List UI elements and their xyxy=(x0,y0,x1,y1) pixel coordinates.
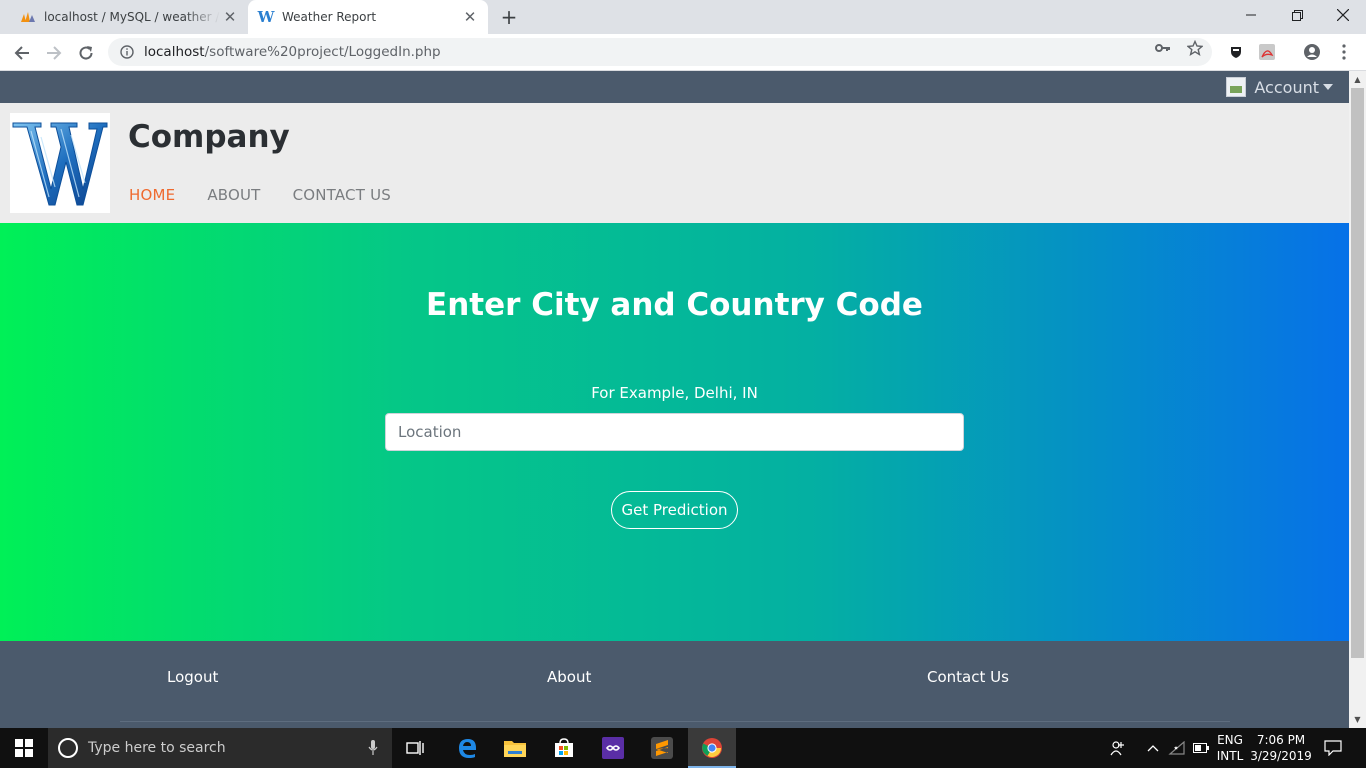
minimize-button[interactable] xyxy=(1228,0,1274,30)
account-dropdown[interactable]: Account xyxy=(1226,75,1333,99)
windows-start-icon[interactable] xyxy=(0,728,48,768)
footer-divider xyxy=(120,721,1230,722)
microphone-icon[interactable] xyxy=(368,740,378,760)
chevron-down-icon xyxy=(1323,84,1333,90)
location-input[interactable] xyxy=(385,413,964,451)
phpmyadmin-icon xyxy=(20,9,36,25)
tab-strip: localhost / MySQL / weather / login ✕ W … xyxy=(0,0,1366,34)
lang-bottom: INTL xyxy=(1216,749,1244,763)
menu-kebab-icon[interactable] xyxy=(1334,42,1354,62)
info-icon[interactable] xyxy=(118,43,136,61)
tab-title: Weather Report xyxy=(282,10,377,24)
close-tab-icon[interactable]: ✕ xyxy=(220,7,240,27)
windows-taskbar: Type here to search ENG INTL 7:06 PM 3/2… xyxy=(0,728,1366,768)
site-logo[interactable] xyxy=(10,113,110,213)
main-nav: HOME ABOUT CONTACT US xyxy=(129,186,391,204)
broken-avatar-image-icon xyxy=(1226,77,1247,97)
edge-browser-icon[interactable] xyxy=(443,728,491,768)
footer-contact-link[interactable]: Contact Us xyxy=(927,668,1009,686)
brand-name: Company xyxy=(128,119,290,155)
pdf-extension-icon[interactable] xyxy=(1257,42,1277,62)
example-hint: For Example, Delhi, IN xyxy=(591,384,758,402)
shield-extension-icon[interactable] xyxy=(1226,42,1246,62)
purple-app-icon[interactable] xyxy=(589,728,637,768)
tab-weather-report[interactable]: W Weather Report ✕ xyxy=(248,0,488,34)
hero-section: Enter City and Country Code For Example,… xyxy=(0,223,1349,641)
taskbar-search-box[interactable]: Type here to search xyxy=(48,728,392,768)
page-viewport: Account Company HOME ABOUT CONTACT US En… xyxy=(0,71,1349,728)
scrollbar-thumb[interactable] xyxy=(1351,88,1364,658)
nav-about[interactable]: ABOUT xyxy=(207,186,260,204)
scroll-up-arrow-icon[interactable]: ▲ xyxy=(1349,71,1366,88)
url-host: localhost xyxy=(144,44,205,60)
url-text: localhost/software%20project/LoggedIn.ph… xyxy=(144,44,441,60)
key-icon[interactable] xyxy=(1155,40,1171,56)
account-label: Account xyxy=(1254,77,1319,97)
cortana-icon xyxy=(58,738,78,758)
close-tab-icon[interactable]: ✕ xyxy=(460,7,480,27)
site-footer: Logout About Contact Us xyxy=(0,641,1349,728)
nav-contact-us[interactable]: CONTACT US xyxy=(293,186,391,204)
hero-title: Enter City and Country Code xyxy=(426,287,923,323)
file-explorer-icon[interactable] xyxy=(491,728,539,768)
top-bar: Account xyxy=(0,71,1349,103)
clock[interactable]: 7:06 PM 3/29/2019 xyxy=(1250,732,1312,764)
close-window-button[interactable] xyxy=(1320,0,1366,30)
address-bar[interactable]: localhost/software%20project/LoggedIn.ph… xyxy=(108,38,1212,66)
show-hidden-icons-chevron-icon[interactable] xyxy=(1142,728,1164,768)
chrome-taskbar-icon[interactable] xyxy=(688,728,736,768)
forward-button[interactable] xyxy=(40,39,68,67)
tab-title: localhost / MySQL / weather / login xyxy=(44,10,220,24)
tab-phpmyadmin[interactable]: localhost / MySQL / weather / login ✕ xyxy=(8,0,248,34)
notification-center-icon[interactable] xyxy=(1318,728,1348,768)
taskbar-search-placeholder: Type here to search xyxy=(88,740,226,756)
battery-icon[interactable] xyxy=(1190,728,1212,768)
lang-top: ENG xyxy=(1217,733,1243,747)
clock-date: 3/29/2019 xyxy=(1250,749,1312,763)
microsoft-store-icon[interactable] xyxy=(540,728,588,768)
get-prediction-button[interactable]: Get Prediction xyxy=(611,491,738,529)
profile-icon[interactable] xyxy=(1302,42,1322,62)
w-logo-icon: W xyxy=(257,8,275,26)
back-button[interactable] xyxy=(8,39,36,67)
wifi-icon[interactable] xyxy=(1164,728,1188,768)
scroll-down-arrow-icon[interactable]: ▼ xyxy=(1349,711,1366,728)
task-view-icon[interactable] xyxy=(392,728,440,768)
bookmark-star-icon[interactable] xyxy=(1187,40,1203,56)
nav-home[interactable]: HOME xyxy=(129,186,175,204)
footer-about-link[interactable]: About xyxy=(547,668,591,686)
url-path: /software%20project/LoggedIn.php xyxy=(204,44,441,60)
input-language-indicator[interactable]: ENG INTL xyxy=(1214,732,1246,764)
footer-logout-link[interactable]: Logout xyxy=(167,668,218,686)
restore-button[interactable] xyxy=(1274,0,1320,30)
site-header: Company HOME ABOUT CONTACT US xyxy=(0,103,1349,223)
new-tab-button[interactable]: + xyxy=(498,5,520,29)
sublime-text-icon[interactable] xyxy=(638,728,686,768)
page-scrollbar[interactable]: ▲ ▼ xyxy=(1349,71,1366,728)
clock-time: 7:06 PM xyxy=(1256,733,1306,747)
browser-toolbar: localhost/software%20project/LoggedIn.ph… xyxy=(0,34,1366,71)
people-icon[interactable] xyxy=(1104,728,1132,768)
reload-button[interactable] xyxy=(72,39,100,67)
